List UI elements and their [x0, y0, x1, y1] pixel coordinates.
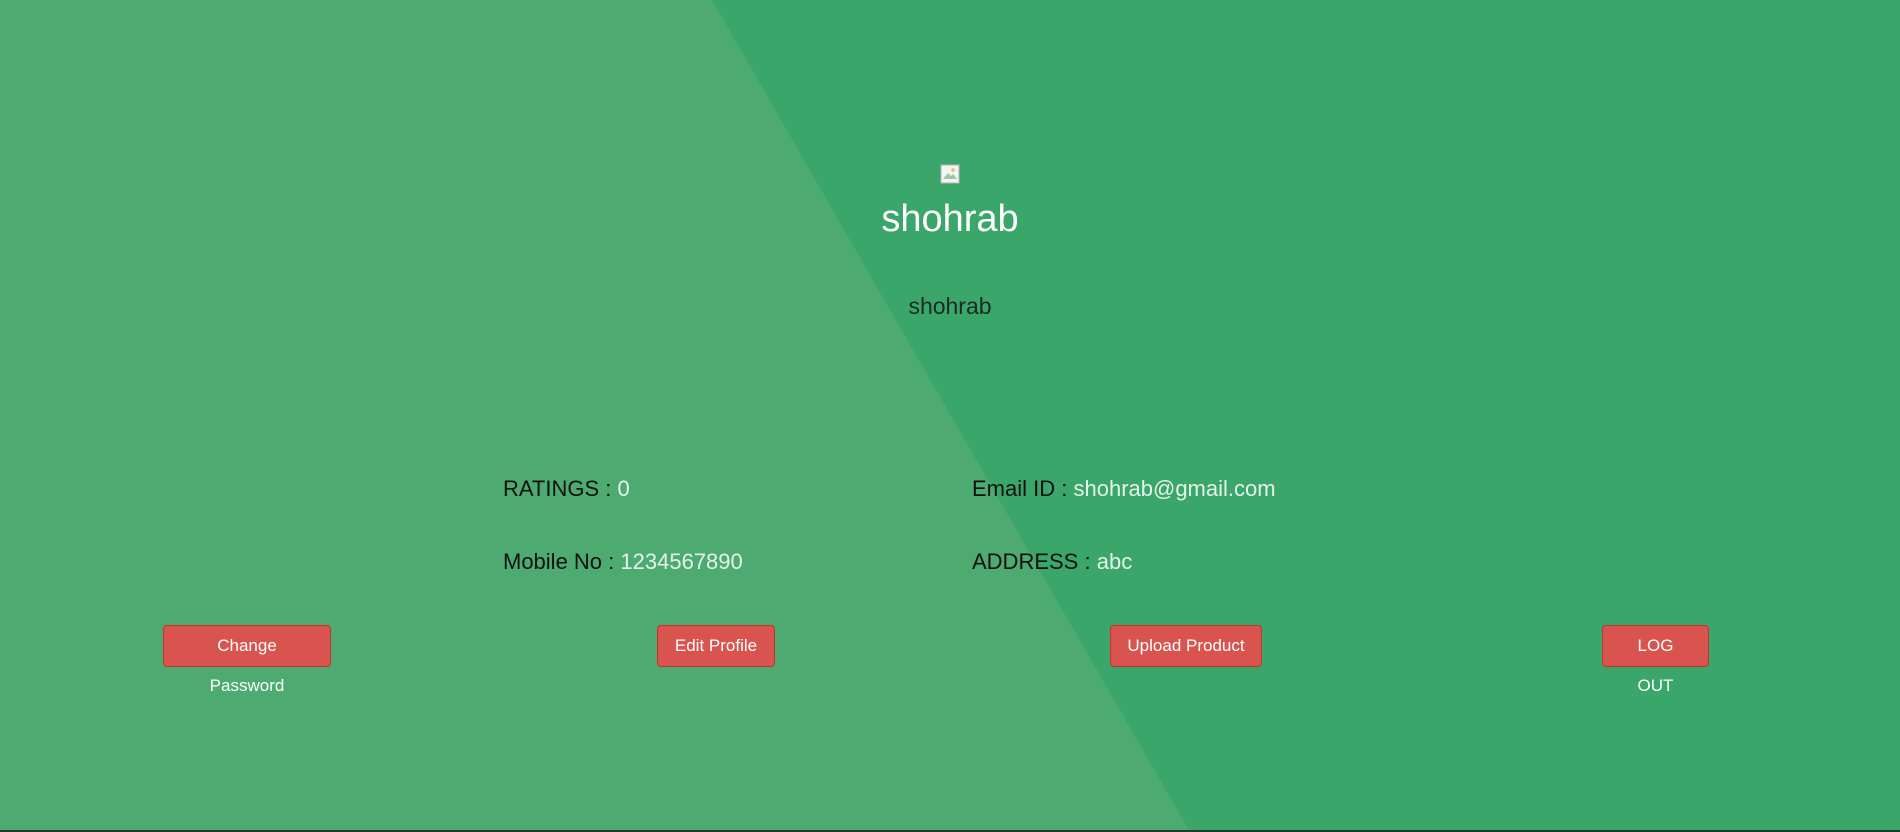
profile-username-subtitle: shohrab [908, 293, 992, 319]
mobile-label: Mobile No : [503, 549, 615, 574]
address-field: ADDRESS : abc [972, 548, 1132, 576]
email-field: Email ID : shohrab@gmail.com [972, 475, 1276, 503]
ratings-field: RATINGS : 0 [503, 475, 630, 503]
avatar [940, 164, 960, 184]
email-value: shohrab@gmail.com [1073, 476, 1276, 501]
mobile-value: 1234567890 [620, 549, 743, 574]
profile-username-heading: shohrab [881, 198, 1019, 240]
email-label: Email ID : [972, 476, 1068, 501]
change-password-button[interactable]: Change Password [163, 625, 331, 695]
address-value: abc [1096, 549, 1133, 574]
broken-image-icon [940, 164, 960, 184]
address-label: ADDRESS : [972, 549, 1091, 574]
logout-button[interactable]: LOG OUT [1602, 625, 1709, 695]
ratings-label: RATINGS : [503, 476, 612, 501]
mobile-field: Mobile No : 1234567890 [503, 548, 743, 576]
profile-page: shohrab shohrab RATINGS : 0 Email ID : s… [0, 0, 1900, 832]
upload-product-button[interactable]: Upload Product [1110, 625, 1262, 667]
edit-profile-button[interactable]: Edit Profile [657, 625, 775, 667]
ratings-value: 0 [617, 476, 630, 501]
